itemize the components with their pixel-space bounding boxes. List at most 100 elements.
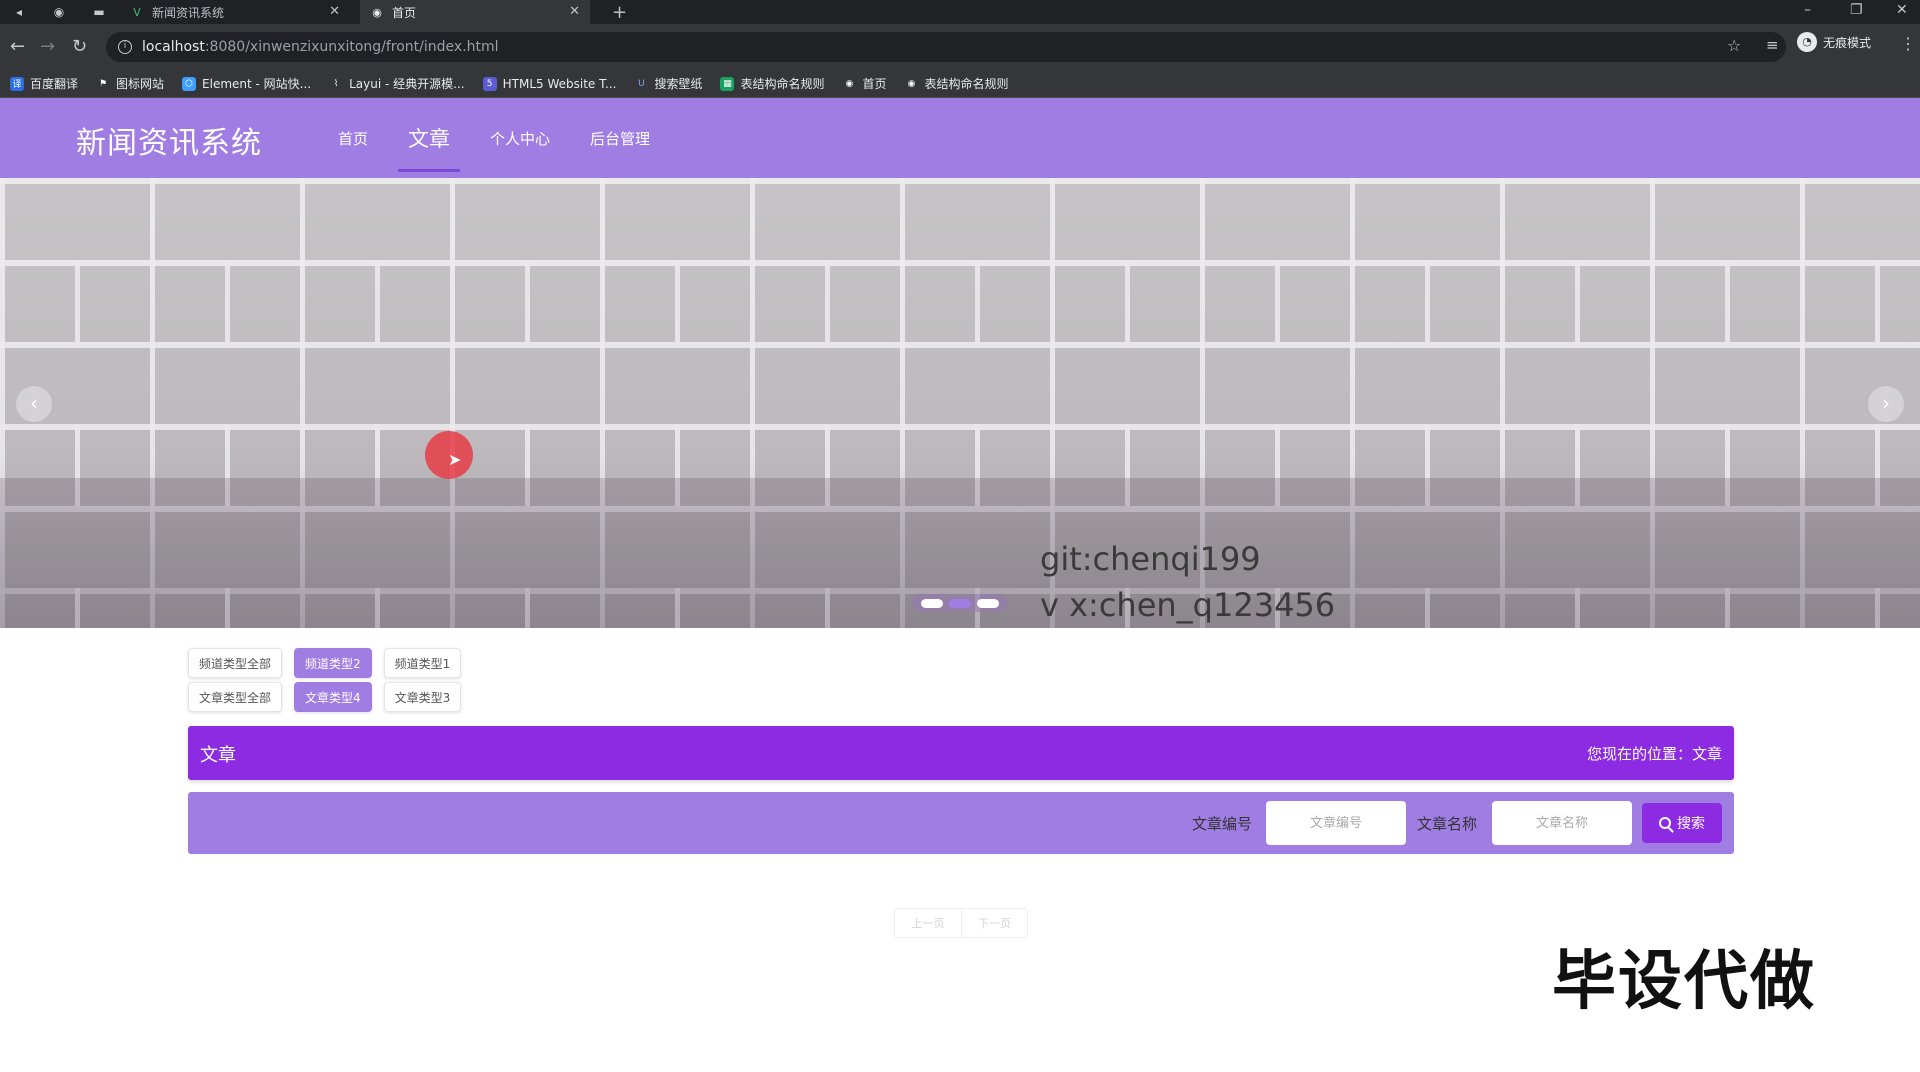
bookmark-item[interactable]: U 搜索壁纸 (634, 75, 702, 92)
tab-title: 新闻资讯系统 (152, 5, 225, 20)
browser-toolbar: ← → ↻ i localhost:8080/xinwenzixunxitong… (0, 24, 1920, 70)
banner-texture (0, 260, 1920, 342)
address-bar[interactable]: i localhost:8080/xinwenzixunxitong/front… (106, 32, 1786, 62)
incognito-icon: ◔ (1797, 32, 1817, 52)
bookmark-item[interactable]: ◉ 首页 (842, 75, 887, 92)
nav-admin[interactable]: 后台管理 (572, 98, 668, 178)
sheet-icon: ▦ (720, 76, 735, 91)
bookmark-item[interactable]: ⚑ 图标网站 (96, 75, 164, 92)
bookmarks-bar: 译百度翻译 ⚑ 图标网站 ⬡ Element - 网站快... ⌇ Layui - 经… (0, 70, 1920, 98)
url-host: localhost (142, 39, 205, 55)
element-icon: ⬡ (182, 76, 197, 91)
bookmark-label: Layui - 经典开源模... (349, 77, 465, 91)
minimize-icon[interactable]: – (1804, 2, 1811, 18)
back-icon[interactable]: ← (10, 36, 25, 57)
info-icon[interactable]: i (118, 40, 132, 54)
banner-carousel: ‹ › ➤ git:chenqi199 v x:chen_q123456 (0, 178, 1920, 628)
filter-chip-article-4[interactable]: 文章类型4 (294, 682, 372, 712)
carousel-prev-button[interactable]: ‹ (16, 386, 52, 422)
vue-icon: V (133, 5, 141, 19)
globe-icon: ◉ (845, 78, 854, 89)
site-header: 新闻资讯系统 首页 文章 个人中心 后台管理 (0, 98, 1920, 178)
article-filter-row: 文章类型全部 文章类型4 文章类型3 (188, 682, 473, 712)
speaker-icon[interactable]: ◂ (10, 3, 28, 21)
carousel-dot-active[interactable] (949, 598, 971, 608)
overlay-caption: 毕设代做 (1552, 945, 1816, 1019)
article-id-label: 文章编号 (1192, 815, 1253, 833)
bookmark-star-icon[interactable]: ☆ (1727, 36, 1741, 55)
bookmark-label: 表结构命名规则 (740, 77, 825, 91)
search-button-label: 搜索 (1677, 816, 1705, 832)
browser-tabbar: ◂ ◉ ▬ V 新闻资讯系统 ✕ ◉ 首页 ✕ + – ❐ ✕ (0, 0, 1920, 24)
translate-icon: 译 (10, 76, 24, 91)
flag-icon: ⚑ (98, 78, 108, 89)
carousel-next-button[interactable]: › (1868, 386, 1904, 422)
reload-icon[interactable]: ↻ (72, 36, 87, 57)
wallpaper-icon: U (638, 78, 645, 89)
bookmark-label: 表结构命名规则 (924, 77, 1009, 91)
channel-filter-row: 频道类型全部 频道类型2 频道类型1 (188, 648, 473, 678)
forward-icon[interactable]: → (40, 36, 55, 57)
banner-text-line1: git:chenqi199 (1040, 540, 1261, 578)
filter-chip-channel-2[interactable]: 频道类型2 (294, 648, 372, 678)
search-icon (1659, 817, 1671, 829)
breadcrumb: 您现在的位置：文章 (1586, 745, 1722, 763)
pagination: 上一页 下一页 (894, 908, 1028, 938)
incognito-indicator[interactable]: ◔ 无痕模式 (1797, 32, 1871, 52)
bookmark-label: Element - 网站快... (202, 77, 312, 91)
article-id-input[interactable] (1266, 801, 1406, 845)
tab-title: 首页 (392, 5, 417, 20)
search-button[interactable]: 搜索 (1642, 803, 1722, 843)
bookmark-label: HTML5 Website T... (502, 76, 617, 91)
bookmark-item[interactable]: ⬡ Element - 网站快... (182, 75, 311, 92)
bookmark-item[interactable]: 译百度翻译 (10, 75, 78, 92)
filter-chip-article-all[interactable]: 文章类型全部 (188, 682, 283, 712)
nav-profile[interactable]: 个人中心 (472, 98, 568, 178)
bookmark-item[interactable]: 5 HTML5 Website T... (482, 76, 617, 91)
section-title: 文章 (200, 745, 236, 766)
browser-tab-1[interactable]: V 新闻资讯系统 ✕ (120, 0, 350, 24)
carousel-dot[interactable] (921, 598, 943, 608)
bookmark-item[interactable]: ◉ 表结构命名规则 (905, 75, 1009, 92)
bookmark-label: 搜索壁纸 (654, 77, 703, 91)
filter-chip-channel-all[interactable]: 频道类型全部 (188, 648, 283, 678)
close-icon[interactable]: ✕ (569, 4, 580, 19)
browser-tab-2[interactable]: ◉ 首页 ✕ (360, 0, 590, 24)
html5-icon: 5 (482, 76, 497, 91)
type-filters: 频道类型全部 频道类型2 频道类型1 文章类型全部 文章类型4 文章类型3 (188, 648, 473, 716)
next-page-button[interactable]: 下一页 (961, 909, 1027, 937)
cursor-icon: ➤ (448, 450, 462, 469)
prev-page-button[interactable]: 上一页 (895, 909, 961, 937)
nav-articles[interactable]: 文章 (390, 98, 468, 178)
globe-icon: ◉ (372, 5, 382, 19)
main-nav: 首页 文章 个人中心 后台管理 (320, 98, 672, 178)
article-name-label: 文章名称 (1417, 815, 1478, 833)
browser-menu-icon[interactable]: ⋮ (1900, 34, 1916, 53)
section-header: 文章 您现在的位置：文章 (188, 726, 1734, 780)
bookmark-item[interactable]: ▦ 表结构命名规则 (720, 75, 824, 92)
bookmark-label: 首页 (862, 77, 887, 91)
layui-icon: ⌇ (333, 78, 339, 89)
bookmark-label: 图标网站 (116, 77, 165, 91)
banner-text-line2: v x:chen_q123456 (1040, 586, 1336, 624)
new-tab-icon[interactable]: + (612, 2, 627, 23)
globe-icon: ◉ (907, 78, 916, 89)
globe-icon[interactable]: ◉ (50, 3, 68, 21)
reading-list-icon[interactable]: ≡ (1766, 36, 1779, 54)
carousel-dot[interactable] (977, 598, 999, 608)
filter-chip-channel-1[interactable]: 频道类型1 (383, 648, 462, 678)
bookmark-item[interactable]: ⌇ Layui - 经典开源模... (329, 75, 465, 92)
restore-icon[interactable]: ❐ (1850, 2, 1863, 18)
filter-chip-article-3[interactable]: 文章类型3 (383, 682, 462, 712)
site-title: 新闻资讯系统 (76, 126, 262, 161)
nav-home[interactable]: 首页 (320, 98, 386, 178)
window-icon[interactable]: ▬ (90, 3, 108, 21)
url-path: :8080/xinwenzixunxitong/front/index.html (204, 39, 499, 55)
article-name-input[interactable] (1492, 801, 1632, 845)
search-bar: 文章编号 文章名称 搜索 (188, 792, 1734, 854)
window-close-icon[interactable]: ✕ (1896, 2, 1908, 18)
carousel-indicators (912, 594, 1008, 612)
incognito-label: 无痕模式 (1823, 35, 1872, 50)
bookmark-label: 百度翻译 (30, 77, 79, 91)
close-icon[interactable]: ✕ (329, 4, 340, 19)
